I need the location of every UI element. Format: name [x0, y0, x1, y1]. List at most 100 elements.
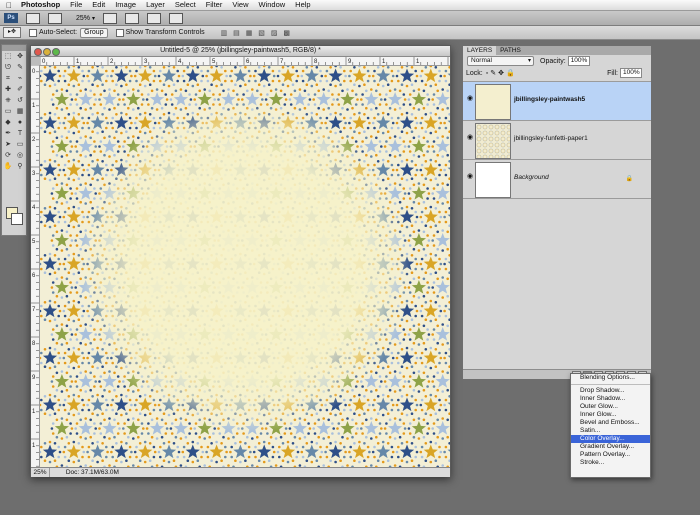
blur-tool-icon[interactable]: ◆: [4, 118, 13, 127]
menu-file[interactable]: File: [65, 0, 87, 10]
lasso-tool-icon[interactable]: ᘎ: [4, 63, 13, 72]
menu-edit[interactable]: Edit: [87, 0, 110, 10]
status-zoom[interactable]: 25%: [31, 468, 50, 477]
crop-tool-icon[interactable]: ⌗: [4, 74, 13, 83]
align-buttons-icon[interactable]: ▥ ▤ ▦ ▧ ▨ ▩: [221, 29, 292, 37]
ruler-tick-label: 5: [32, 239, 36, 245]
ruler-tick-label: 7: [280, 59, 284, 65]
type-tool-icon[interactable]: T: [16, 129, 25, 138]
apple-logo-icon[interactable]: : [2, 1, 16, 10]
auto-select-label: Auto-Select:: [39, 29, 78, 36]
menu-item-gradient-overlay[interactable]: Gradient Overlay...: [571, 443, 650, 451]
show-transform-label: Show Transform Controls: [125, 29, 205, 36]
ruler-tick-label: 6: [32, 273, 36, 279]
shape-tool-icon[interactable]: ▭: [16, 140, 25, 149]
layer-row-background[interactable]: ◉ Background 🔒: [463, 159, 651, 199]
menu-item-satin[interactable]: Satin...: [571, 427, 650, 435]
ruler-tick-label: 3: [144, 59, 148, 65]
visibility-eye-icon[interactable]: ◉: [466, 95, 474, 102]
brush-tool-icon[interactable]: ✐: [16, 85, 25, 94]
quick-select-tool-icon[interactable]: ✎: [16, 63, 25, 72]
menu-item-inner-glow[interactable]: Inner Glow...: [571, 411, 650, 419]
horizontal-ruler[interactable]: 0 1 2 3 4 5 6 7 8 9 1 1: [40, 57, 450, 66]
tools-panel: ⬚ ✥ ᘎ ✎ ⌗ ⌁ ✚ ✐ ⎈ ↺ ▭ ▦ ◆ ● ✒ T ➤ ▭ ⟳ ◎ ✋ ⚲: [1, 44, 27, 236]
move-tool-icon[interactable]: ✥: [16, 52, 25, 61]
layer-row-paintwash[interactable]: ◉ jbillingsley-paintwash5: [463, 81, 651, 120]
healing-brush-icon[interactable]: ✚: [4, 85, 13, 94]
document-canvas[interactable]: [40, 66, 450, 467]
layer-style-menu: Blending Options... Drop Shadow... Inner…: [570, 373, 651, 478]
eraser-tool-icon[interactable]: ▭: [4, 107, 13, 116]
menu-item-blending-options[interactable]: Blending Options...: [571, 374, 650, 382]
ruler-tick-label: 9: [348, 59, 352, 65]
vertical-ruler[interactable]: 0 1 2 3 4 5 6 7 8 9 1 1: [31, 65, 40, 468]
clone-stamp-icon[interactable]: ⎈: [4, 96, 13, 105]
dodge-tool-icon[interactable]: ●: [16, 118, 25, 127]
close-window-icon[interactable]: [34, 48, 42, 56]
opacity-field[interactable]: 100%: [567, 56, 590, 66]
background-color-swatch[interactable]: [11, 213, 23, 225]
tab-layers[interactable]: LAYERS: [463, 46, 497, 55]
fill-field[interactable]: 100%: [620, 68, 642, 78]
screen-mode-icon[interactable]: [169, 12, 184, 24]
3d-rotate-icon[interactable]: ⟳: [4, 151, 13, 160]
tab-paths[interactable]: PATHS: [496, 46, 525, 55]
history-brush-icon[interactable]: ↺: [16, 96, 25, 105]
document-title: Untitled-5 @ 25% (jbillingsley-paintwash…: [160, 47, 321, 54]
ruler-tick-label: 1: [32, 443, 36, 449]
document-title-bar[interactable]: Untitled-5 @ 25% (jbillingsley-paintwash…: [31, 46, 450, 57]
path-select-icon[interactable]: ➤: [4, 140, 13, 149]
ruler-tick-label: 3: [32, 171, 36, 177]
star-pattern-artwork: [40, 66, 450, 467]
menu-item-outer-glow[interactable]: Outer Glow...: [571, 403, 650, 411]
ruler-tick-label: 1: [32, 409, 36, 415]
menu-item-drop-shadow[interactable]: Drop Shadow...: [571, 387, 650, 395]
tool-preset-picker[interactable]: ▸✥: [3, 27, 21, 38]
ruler-tick-label: 9: [32, 375, 36, 381]
menu-separator: [571, 384, 650, 385]
menu-item-stroke[interactable]: Stroke...: [571, 459, 650, 467]
ruler-tick-label: 5: [212, 59, 216, 65]
launch-bridge-icon[interactable]: [26, 12, 40, 24]
menu-help[interactable]: Help: [290, 0, 315, 10]
menu-item-inner-shadow[interactable]: Inner Shadow...: [571, 395, 650, 403]
menu-item-color-overlay[interactable]: Color Overlay...: [571, 435, 650, 443]
3d-orbit-icon[interactable]: ◎: [16, 151, 25, 160]
arrange-documents-icon[interactable]: [147, 12, 162, 24]
status-doc-size[interactable]: Doc: 37.1M/63.0M: [66, 469, 119, 476]
visibility-eye-icon[interactable]: ◉: [466, 173, 474, 180]
layer-thumbnail: [475, 123, 511, 159]
zoom-window-icon[interactable]: [52, 48, 60, 56]
menu-view[interactable]: View: [227, 0, 253, 10]
auto-select-checkbox[interactable]: [29, 28, 37, 37]
minimize-window-icon[interactable]: [43, 48, 51, 56]
zoom-level-dropdown[interactable]: 25%: [76, 15, 90, 22]
ruler-tick-label: 2: [32, 137, 36, 143]
menu-item-bevel-emboss[interactable]: Bevel and Emboss...: [571, 419, 650, 427]
menu-window[interactable]: Window: [253, 0, 290, 10]
blend-mode-dropdown[interactable]: Normal: [467, 56, 534, 66]
view-extras-icon[interactable]: [48, 12, 62, 24]
zoom-tool-icon[interactable]: ⚲: [16, 162, 25, 171]
layer-row-funfetti[interactable]: ◉ jbillingsley-funfetti-paper1: [463, 120, 651, 159]
layers-panel: LAYERS PATHS Normal Opacity: 100% Lock: …: [462, 45, 652, 380]
hand-tool-icon[interactable]: ✋: [4, 162, 13, 171]
show-transform-checkbox[interactable]: [115, 28, 124, 37]
chevron-down-icon[interactable]: ▾: [92, 15, 95, 22]
menu-layer[interactable]: Layer: [141, 0, 170, 10]
zoom-tool-icon[interactable]: [125, 12, 140, 24]
hand-tool-icon[interactable]: [103, 12, 118, 24]
menu-item-pattern-overlay[interactable]: Pattern Overlay...: [571, 451, 650, 459]
menu-filter[interactable]: Filter: [201, 0, 228, 10]
menu-photoshop[interactable]: Photoshop: [16, 0, 65, 10]
lock-options-icon[interactable]: ▫✎✥🔒: [486, 69, 517, 77]
visibility-eye-icon[interactable]: ◉: [466, 134, 474, 141]
eyedropper-tool-icon[interactable]: ⌁: [16, 74, 25, 83]
gradient-tool-icon[interactable]: ▦: [16, 107, 25, 116]
menu-select[interactable]: Select: [170, 0, 201, 10]
layers-panel-tabs: LAYERS PATHS: [463, 46, 651, 55]
menu-image[interactable]: Image: [110, 0, 141, 10]
pen-tool-icon[interactable]: ✒: [4, 129, 13, 138]
auto-select-dropdown[interactable]: Group: [80, 27, 108, 38]
marquee-tool-icon[interactable]: ⬚: [4, 52, 13, 61]
